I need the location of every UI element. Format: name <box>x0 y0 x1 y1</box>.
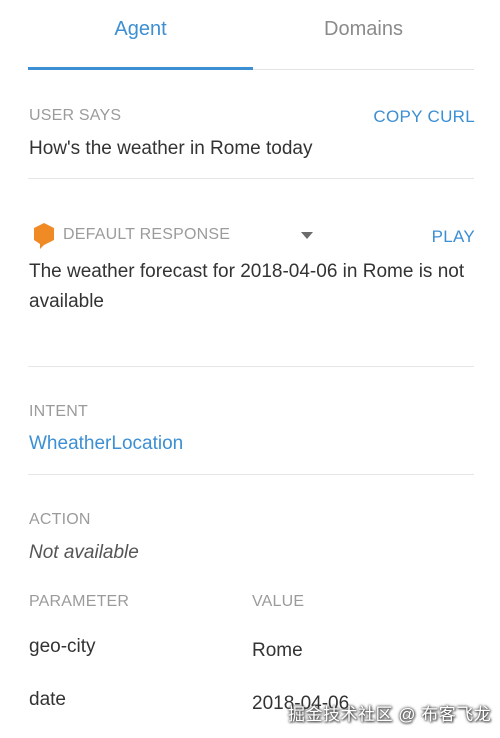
value-column-header: VALUE <box>252 593 305 610</box>
active-tab-indicator <box>28 67 253 70</box>
user-query-text: How's the weather in Rome today <box>29 138 313 159</box>
tab-domains[interactable]: Domains <box>253 16 474 42</box>
intent-name-link[interactable]: WheatherLocation <box>29 433 183 455</box>
play-button[interactable]: PLAY <box>432 227 475 247</box>
user-says-label: USER SAYS <box>29 107 122 124</box>
intent-label: INTENT <box>29 403 88 420</box>
copy-curl-button[interactable]: COPY CURL <box>373 107 475 127</box>
parameter-value: Rome <box>252 640 303 661</box>
response-text: The weather forecast for 2018-04-06 in R… <box>29 261 465 312</box>
watermark-text: 掘金技术社区 @ 布客飞龙 <box>288 705 492 724</box>
default-response-label: DEFAULT RESPONSE <box>63 226 231 243</box>
action-label: ACTION <box>29 511 91 528</box>
parameter-name: geo-city <box>29 636 96 657</box>
divider <box>28 474 474 475</box>
response-dropdown-caret-icon[interactable] <box>301 232 313 239</box>
action-value: Not available <box>29 542 139 563</box>
tab-agent[interactable]: Agent <box>28 16 253 42</box>
divider <box>28 366 474 367</box>
parameter-name: date <box>29 689 66 710</box>
speech-bubble-icon <box>34 223 54 249</box>
divider <box>28 178 474 179</box>
agent-test-panel: Agent Domains USER SAYS COPY CURL How's … <box>0 0 500 738</box>
parameter-column-header: PARAMETER <box>29 593 130 610</box>
